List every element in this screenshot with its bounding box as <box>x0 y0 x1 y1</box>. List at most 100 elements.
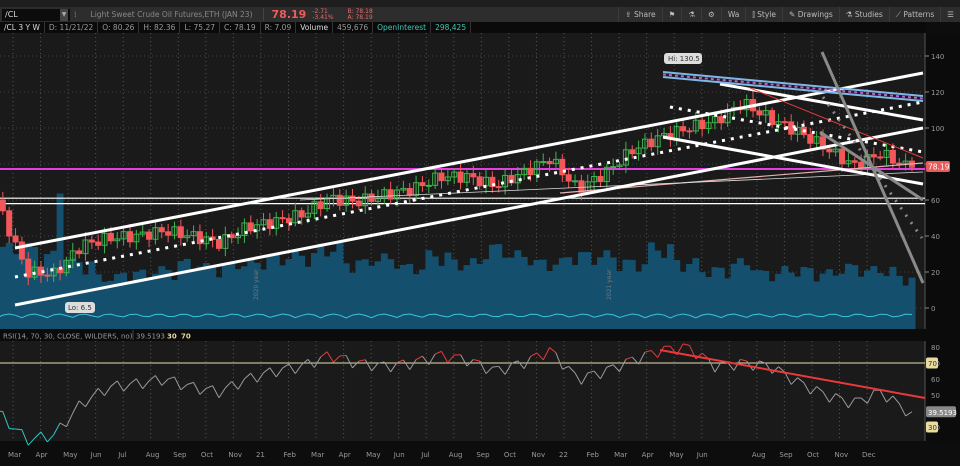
candle-down <box>769 110 776 126</box>
candle-down <box>648 138 655 148</box>
volume-bar <box>234 269 242 329</box>
volume-bar <box>31 247 39 329</box>
time-axis-label: Jun <box>90 451 102 459</box>
volume-bar <box>190 268 198 329</box>
time-axis-label: Jul <box>117 451 127 459</box>
time-axis-label: Nov <box>835 451 849 459</box>
candle-down <box>158 227 165 233</box>
volume-bar <box>673 260 681 329</box>
price-chart[interactable]: 2020 year 2021 year Hi: 130.5 Lo: 6.5 14… <box>0 0 960 466</box>
volume-bar <box>374 261 382 329</box>
candle-down <box>565 174 572 182</box>
time-axis-label: Oct <box>201 451 213 459</box>
candle-up <box>572 180 579 183</box>
time-axis-label: Jul <box>420 451 430 459</box>
volume-bar <box>705 277 713 329</box>
time-axis-label: Dec <box>862 451 876 459</box>
low-label: Lo: 6.5 <box>65 302 95 313</box>
time-axis-label: Sep <box>779 451 793 459</box>
candle-up <box>540 161 547 164</box>
candle-down <box>597 175 604 183</box>
candle-down <box>6 210 13 237</box>
volume-bar <box>272 254 280 329</box>
volume-bar <box>546 270 554 329</box>
rsi-line-segment <box>0 410 3 413</box>
candle-down <box>807 134 814 144</box>
volume-bar <box>164 269 172 329</box>
rsi-tick-label: 60 <box>931 376 940 384</box>
candle-down <box>889 149 896 164</box>
time-axis-label: Jun <box>393 451 405 459</box>
time-axis-label: Oct <box>504 451 516 459</box>
time-axis-label: Mar <box>311 451 324 459</box>
volume-bar <box>431 256 439 329</box>
high-label: Hi: 130.5 <box>664 53 702 64</box>
volume-bar <box>635 271 643 329</box>
candle-down <box>826 148 833 153</box>
rsi-axis-badge-label: 70 <box>928 360 937 368</box>
volume-bar <box>380 253 388 329</box>
price-tick-label: 40 <box>931 233 940 241</box>
volume-bar <box>768 281 776 329</box>
volume-bar <box>241 266 248 329</box>
rsi-tick-label: 80 <box>931 344 940 352</box>
candle-down <box>781 121 788 124</box>
volume-bar <box>743 265 751 329</box>
volume-bar <box>876 272 884 329</box>
time-axis-label: Nov <box>228 451 242 459</box>
candle-down <box>686 130 693 133</box>
candle-down <box>88 239 95 243</box>
candle-down <box>336 194 343 206</box>
time-axis-label: Feb <box>284 451 297 459</box>
candle-down <box>851 160 858 163</box>
rsi-axis-badge-label: 39.5193 <box>928 409 957 417</box>
year-marker-2021: 2021 year <box>606 269 613 300</box>
volume-bar <box>419 269 426 329</box>
volume-bar <box>482 259 490 329</box>
candle-down <box>877 156 884 159</box>
volume-bar <box>883 276 891 329</box>
volume-bar <box>527 265 535 329</box>
candle-down <box>44 274 51 277</box>
candle-down <box>858 161 865 169</box>
candle-down <box>438 172 445 182</box>
svg-text:Hi: 130.5: Hi: 130.5 <box>668 55 700 63</box>
time-axis[interactable]: Mar Apr May Jun Jul Aug Sep Oct Nov 21 Feb Mar Apr Ma… <box>8 451 876 459</box>
rsi-header: RSI(14, 70, 30, CLOSE, WILDERS, no) 39.5… <box>3 330 191 341</box>
volume-bar <box>145 277 153 329</box>
volume-bar <box>660 257 668 329</box>
time-axis-label: Apr <box>339 451 351 459</box>
volume-bar <box>126 282 134 329</box>
candle-down <box>419 182 426 187</box>
volume-bar <box>368 265 376 329</box>
candle-up <box>610 166 617 169</box>
candle-down <box>839 148 846 165</box>
volume-bar <box>75 262 83 329</box>
volume-bar <box>342 263 350 329</box>
time-axis-label: May <box>63 451 77 459</box>
candle-down <box>349 195 356 202</box>
time-axis-label: 22 <box>559 451 568 459</box>
rsi-line-segment <box>339 354 347 357</box>
volume-bar <box>806 268 814 329</box>
volume-bar <box>902 285 910 329</box>
price-tick-label: 140 <box>931 53 944 61</box>
time-axis-label: Apr <box>36 451 48 459</box>
price-tick-label: 100 <box>931 125 944 133</box>
svg-text:Lo: 6.5: Lo: 6.5 <box>68 304 92 312</box>
candle-down <box>406 187 413 196</box>
volume-bar <box>558 258 566 329</box>
candle-down <box>457 171 464 183</box>
volume-bar <box>457 270 465 329</box>
time-axis-label: 21 <box>256 451 265 459</box>
volume-bar <box>686 263 693 329</box>
volume-bar <box>196 266 204 329</box>
volume-bar <box>514 250 522 329</box>
time-axis-label: Sep <box>476 451 490 459</box>
rsi-pane[interactable] <box>0 341 925 441</box>
volume-bar <box>298 255 306 329</box>
time-axis-label: Mar <box>8 451 21 459</box>
time-axis-label: Feb <box>587 451 600 459</box>
volume-bar <box>444 252 452 329</box>
volume-bar <box>0 246 7 329</box>
